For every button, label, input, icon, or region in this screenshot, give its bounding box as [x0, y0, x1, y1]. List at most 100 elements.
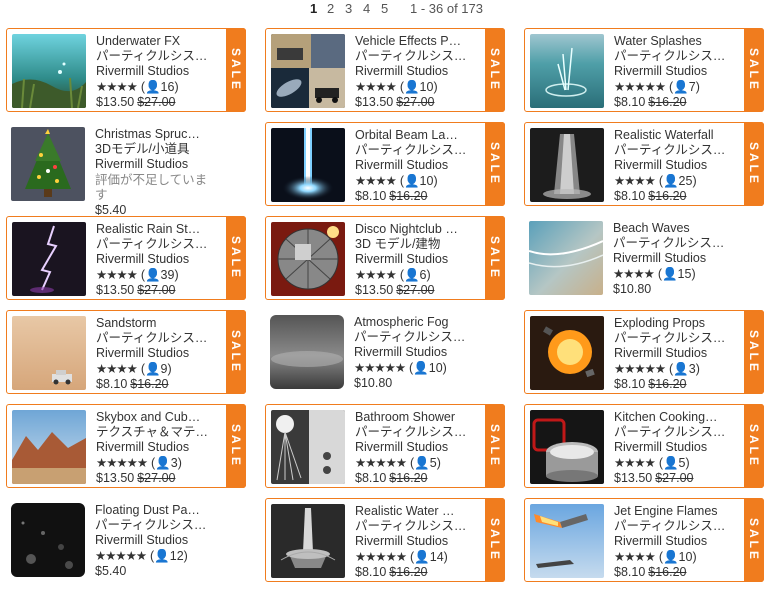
- asset-thumbnail[interactable]: [12, 222, 86, 296]
- asset-card[interactable]: Realistic Water … パーティクルシス… Rivermill Stud…: [265, 498, 505, 582]
- asset-card[interactable]: Realistic Rain St… パーティクルシス… Rivermill Stu…: [6, 216, 246, 300]
- page-link-2[interactable]: 2: [327, 1, 334, 16]
- asset-category[interactable]: パーティクルシス…: [355, 519, 477, 534]
- asset-thumbnail[interactable]: [11, 127, 85, 201]
- asset-publisher[interactable]: Rivermill Studios: [614, 440, 736, 455]
- asset-title[interactable]: Floating Dust Pa…: [95, 503, 217, 518]
- asset-thumbnail[interactable]: [271, 128, 345, 202]
- asset-card[interactable]: Disco Nightclub … 3D モデル/建物 Rivermill Stud…: [265, 216, 505, 300]
- asset-title[interactable]: Jet Engine Flames: [614, 504, 736, 519]
- asset-category[interactable]: パーティクルシス…: [614, 143, 736, 158]
- asset-category[interactable]: パーティクルシス…: [355, 425, 477, 440]
- asset-category[interactable]: パーティクルシス…: [354, 330, 476, 345]
- review-count: (👤3): [151, 455, 182, 470]
- asset-title[interactable]: Sandstorm: [96, 316, 218, 331]
- asset-category[interactable]: パーティクルシス…: [614, 425, 736, 440]
- asset-publisher[interactable]: Rivermill Studios: [96, 440, 218, 455]
- asset-card[interactable]: Beach Waves パーティクルシス… Rivermill Studios ★★★…: [524, 216, 764, 300]
- asset-publisher[interactable]: Rivermill Studios: [355, 534, 477, 549]
- asset-title[interactable]: Bathroom Shower: [355, 410, 477, 425]
- page-link-1[interactable]: 1: [310, 1, 317, 16]
- asset-thumbnail[interactable]: [12, 34, 86, 108]
- asset-publisher[interactable]: Rivermill Studios: [613, 251, 735, 266]
- asset-thumbnail[interactable]: [12, 316, 86, 390]
- asset-publisher[interactable]: Rivermill Studios: [614, 158, 736, 173]
- asset-title[interactable]: Atmospheric Fog: [354, 315, 476, 330]
- asset-publisher[interactable]: Rivermill Studios: [614, 346, 736, 361]
- asset-card[interactable]: Water Splashes パーティクルシス… Rivermill Studios…: [524, 28, 764, 112]
- asset-card[interactable]: Sandstorm パーティクルシス… Rivermill Studios ★★★★(…: [6, 310, 246, 394]
- asset-publisher[interactable]: Rivermill Studios: [354, 345, 476, 360]
- asset-thumbnail[interactable]: [530, 316, 604, 390]
- asset-title[interactable]: Realistic Rain St…: [96, 222, 218, 237]
- asset-publisher[interactable]: Rivermill Studios: [355, 440, 477, 455]
- asset-category[interactable]: パーティクルシス…: [96, 331, 218, 346]
- asset-card[interactable]: Realistic Waterfall パーティクルシス… Rivermill St…: [524, 122, 764, 206]
- asset-publisher[interactable]: Rivermill Studios: [355, 252, 477, 267]
- asset-title[interactable]: Underwater FX: [96, 34, 218, 49]
- asset-card[interactable]: Skybox and Cub… テクスチャ＆マテ… Rivermill Studio…: [6, 404, 246, 488]
- asset-title[interactable]: Disco Nightclub …: [355, 222, 477, 237]
- asset-thumbnail[interactable]: [271, 222, 345, 296]
- asset-card[interactable]: Vehicle Effects P… パーティクルシス… Rivermill Stu…: [265, 28, 505, 112]
- asset-publisher[interactable]: Rivermill Studios: [96, 64, 218, 79]
- asset-card[interactable]: Atmospheric Fog パーティクルシス… Rivermill Studio…: [265, 310, 505, 394]
- asset-publisher[interactable]: Rivermill Studios: [614, 64, 736, 79]
- asset-category[interactable]: パーティクルシス…: [614, 331, 736, 346]
- asset-category[interactable]: 3Dモデル/小道具: [95, 142, 217, 157]
- asset-card[interactable]: Exploding Props パーティクルシス… Rivermill Studio…: [524, 310, 764, 394]
- asset-title[interactable]: Orbital Beam La…: [355, 128, 477, 143]
- asset-thumbnail[interactable]: [530, 128, 604, 202]
- asset-publisher[interactable]: Rivermill Studios: [355, 158, 477, 173]
- asset-category[interactable]: パーティクルシス…: [613, 236, 735, 251]
- asset-card[interactable]: Orbital Beam La… パーティクルシス… Rivermill Studi…: [265, 122, 505, 206]
- asset-publisher[interactable]: Rivermill Studios: [95, 157, 217, 172]
- review-count: (👤16): [140, 79, 179, 94]
- asset-title[interactable]: Realistic Water …: [355, 504, 477, 519]
- page-link-3[interactable]: 3: [345, 1, 352, 16]
- asset-title[interactable]: Christmas Spruc…: [95, 127, 217, 142]
- asset-title[interactable]: Realistic Waterfall: [614, 128, 736, 143]
- asset-category[interactable]: パーティクルシス…: [95, 518, 217, 533]
- asset-card[interactable]: Floating Dust Pa… パーティクルシス… Rivermill Stud…: [6, 498, 246, 582]
- asset-thumbnail[interactable]: [271, 410, 345, 484]
- asset-thumbnail[interactable]: [529, 221, 603, 295]
- page-link-5[interactable]: 5: [381, 1, 388, 16]
- price: $13.50: [96, 94, 135, 109]
- asset-thumbnail[interactable]: [271, 34, 345, 108]
- asset-thumbnail[interactable]: [11, 503, 85, 577]
- asset-thumbnail[interactable]: [270, 315, 344, 389]
- asset-title[interactable]: Skybox and Cub…: [96, 410, 218, 425]
- asset-card[interactable]: Bathroom Shower パーティクルシス… Rivermill Studio…: [265, 404, 505, 488]
- asset-thumbnail[interactable]: [530, 410, 604, 484]
- page-link-4[interactable]: 4: [363, 1, 370, 16]
- asset-publisher[interactable]: Rivermill Studios: [355, 64, 477, 79]
- asset-card[interactable]: Underwater FX パーティクルシス… Rivermill Studios ★…: [6, 28, 246, 112]
- asset-thumbnail[interactable]: [530, 504, 604, 578]
- asset-title[interactable]: Exploding Props: [614, 316, 736, 331]
- asset-title[interactable]: Water Splashes: [614, 34, 736, 49]
- asset-category[interactable]: パーティクルシス…: [614, 49, 736, 64]
- asset-title[interactable]: Vehicle Effects P…: [355, 34, 477, 49]
- asset-card[interactable]: Kitchen Cooking… パーティクルシス… Rivermill Studi…: [524, 404, 764, 488]
- asset-thumbnail[interactable]: [530, 34, 604, 108]
- asset-thumbnail[interactable]: [271, 504, 345, 578]
- rating-stars: ★★★★★: [614, 79, 666, 94]
- asset-category[interactable]: パーティクルシス…: [355, 49, 477, 64]
- original-price: $16.20: [648, 188, 687, 203]
- asset-title[interactable]: Kitchen Cooking…: [614, 410, 736, 425]
- asset-publisher[interactable]: Rivermill Studios: [96, 252, 218, 267]
- asset-category[interactable]: テクスチャ＆マテ…: [96, 425, 218, 440]
- asset-category[interactable]: 3D モデル/建物: [355, 237, 477, 252]
- asset-category[interactable]: パーティクルシス…: [96, 49, 218, 64]
- asset-publisher[interactable]: Rivermill Studios: [96, 346, 218, 361]
- asset-category[interactable]: パーティクルシス…: [614, 519, 736, 534]
- asset-publisher[interactable]: Rivermill Studios: [614, 534, 736, 549]
- asset-thumbnail[interactable]: [12, 410, 86, 484]
- asset-publisher[interactable]: Rivermill Studios: [95, 533, 217, 548]
- asset-card[interactable]: Christmas Spruc… 3Dモデル/小道具 Rivermill Studi…: [6, 122, 246, 217]
- asset-card[interactable]: Jet Engine Flames パーティクルシス… Rivermill Stud…: [524, 498, 764, 582]
- asset-category[interactable]: パーティクルシス…: [355, 143, 477, 158]
- asset-category[interactable]: パーティクルシス…: [96, 237, 218, 252]
- asset-title[interactable]: Beach Waves: [613, 221, 735, 236]
